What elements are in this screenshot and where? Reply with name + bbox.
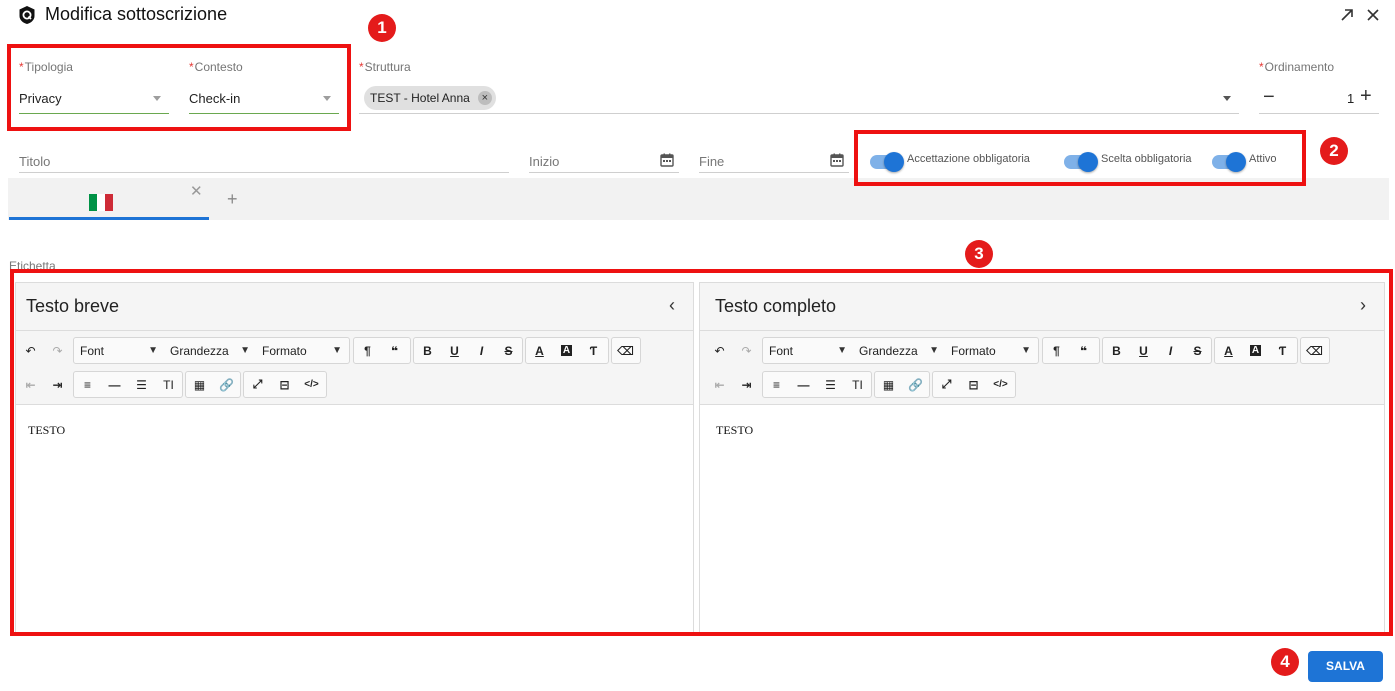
dialog-title: Modifica sottoscrizione xyxy=(45,4,228,24)
calendar-icon[interactable] xyxy=(660,153,674,167)
struttura-label: *Struttura xyxy=(359,60,411,74)
annotation-badge-4: 4 xyxy=(1271,648,1299,676)
app-logo-icon xyxy=(19,6,35,24)
titolo-input[interactable]: Titolo xyxy=(19,154,50,169)
ordinamento-label: *Ordinamento xyxy=(1259,60,1335,74)
annotation-box-2 xyxy=(854,130,1306,186)
italy-flag-icon xyxy=(89,194,113,211)
ordinamento-value[interactable]: 1 xyxy=(1347,91,1354,106)
add-language-tab-icon[interactable]: + xyxy=(227,189,238,210)
struttura-underline xyxy=(359,113,1239,114)
decrement-button[interactable]: − xyxy=(1263,86,1275,109)
struttura-chip-label: TEST - Hotel Anna xyxy=(370,91,470,105)
annotation-badge-2: 2 xyxy=(1320,137,1348,165)
struttura-dropdown-caret-icon[interactable] xyxy=(1223,96,1231,101)
calendar-icon[interactable] xyxy=(830,153,844,167)
annotation-box-1 xyxy=(7,44,351,131)
chip-remove-icon[interactable]: × xyxy=(477,91,492,105)
increment-button[interactable]: + xyxy=(1360,85,1372,108)
fine-underline xyxy=(699,172,849,173)
active-tab-indicator xyxy=(9,217,209,220)
annotation-box-3 xyxy=(10,269,1393,636)
close-tab-icon[interactable]: ✕ xyxy=(190,182,203,200)
annotation-badge-1: 1 xyxy=(368,14,396,42)
expand-icon[interactable] xyxy=(1339,7,1355,23)
close-icon[interactable] xyxy=(1365,7,1381,23)
annotation-badge-3: 3 xyxy=(965,240,993,268)
save-button[interactable]: SALVA xyxy=(1308,651,1383,682)
struttura-chip[interactable]: TEST - Hotel Anna × xyxy=(364,86,496,110)
fine-date-input[interactable]: Fine xyxy=(699,154,724,169)
titolo-underline xyxy=(19,172,509,173)
inizio-date-input[interactable]: Inizio xyxy=(529,154,559,169)
inizio-underline xyxy=(529,172,679,173)
ordinamento-underline xyxy=(1259,113,1379,114)
